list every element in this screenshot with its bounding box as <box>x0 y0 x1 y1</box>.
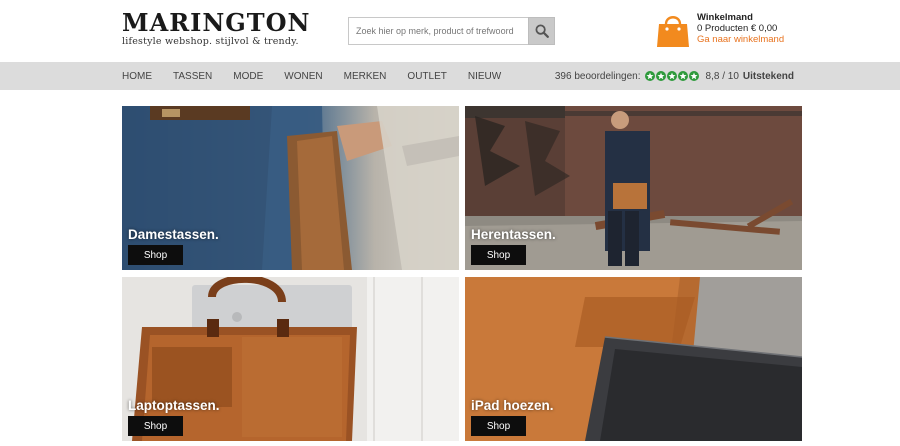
nav-item-mode[interactable]: MODE <box>233 71 263 82</box>
review-rating[interactable]: 396 beoordelingen: 8,8 / 10 Uitstekend <box>555 62 794 90</box>
tile-label: iPad hoezen. <box>471 398 554 413</box>
rating-verdict: Uitstekend <box>742 70 794 82</box>
category-tile-damestassen[interactable]: Damestassen. Shop <box>122 106 459 270</box>
cart-title: Winkelmand <box>697 12 753 23</box>
nav-item-merken[interactable]: MERKEN <box>344 71 387 82</box>
tile-label: Herentassen. <box>471 227 556 242</box>
category-tile-laptoptassen[interactable]: Laptoptassen. Shop <box>122 277 459 441</box>
cart-widget[interactable]: Winkelmand 0 Producten € 0,00 Ga naar wi… <box>656 12 784 48</box>
shop-button-herentassen[interactable]: Shop <box>471 245 526 265</box>
site-header: MARINGTON lifestyle webshop. stijlvol & … <box>0 0 900 62</box>
logo-title: MARINGTON <box>122 8 311 37</box>
star-icon <box>688 71 699 81</box>
nav-item-home[interactable]: HOME <box>122 71 152 82</box>
star-icon <box>677 71 688 81</box>
cart-link[interactable]: Ga naar winkelmand <box>697 34 784 45</box>
rating-score: 8,8 / 10 <box>705 70 739 82</box>
search-bar <box>348 17 555 45</box>
cart-summary: 0 Producten € 0,00 <box>697 23 778 34</box>
category-tile-herentassen[interactable]: Herentassen. Shop <box>465 106 802 270</box>
cart-text: Winkelmand 0 Producten € 0,00 Ga naar wi… <box>697 12 784 48</box>
star-icon <box>655 71 666 81</box>
nav-item-wonen[interactable]: WONEN <box>284 71 322 82</box>
tile-label: Laptoptassen. <box>128 398 220 413</box>
shopping-bag-icon <box>656 12 690 48</box>
logo-tagline: lifestyle webshop. stijlvol & trendy. <box>122 36 299 47</box>
nav-items: HOME TASSEN MODE WONEN MERKEN OUTLET NIE… <box>122 62 522 90</box>
search-button[interactable] <box>528 17 555 45</box>
nav-item-outlet[interactable]: OUTLET <box>407 71 446 82</box>
search-icon <box>535 24 549 38</box>
rating-stars <box>644 71 700 81</box>
search-input[interactable] <box>348 17 528 45</box>
shop-button-damestassen[interactable]: Shop <box>128 245 183 265</box>
star-icon <box>644 71 655 81</box>
shop-button-ipad-hoezen[interactable]: Shop <box>471 416 526 436</box>
review-count: 396 beoordelingen: <box>554 70 641 82</box>
nav-item-tassen[interactable]: TASSEN <box>173 71 212 82</box>
nav-item-nieuw[interactable]: NIEUW <box>468 71 501 82</box>
star-icon <box>666 71 677 81</box>
category-tile-ipad-hoezen[interactable]: iPad hoezen. Shop <box>465 277 802 441</box>
site-logo[interactable]: MARINGTON lifestyle webshop. stijlvol & … <box>122 8 311 48</box>
shop-button-laptoptassen[interactable]: Shop <box>128 416 183 436</box>
main-nav: HOME TASSEN MODE WONEN MERKEN OUTLET NIE… <box>0 62 900 90</box>
tile-label: Damestassen. <box>128 227 219 242</box>
